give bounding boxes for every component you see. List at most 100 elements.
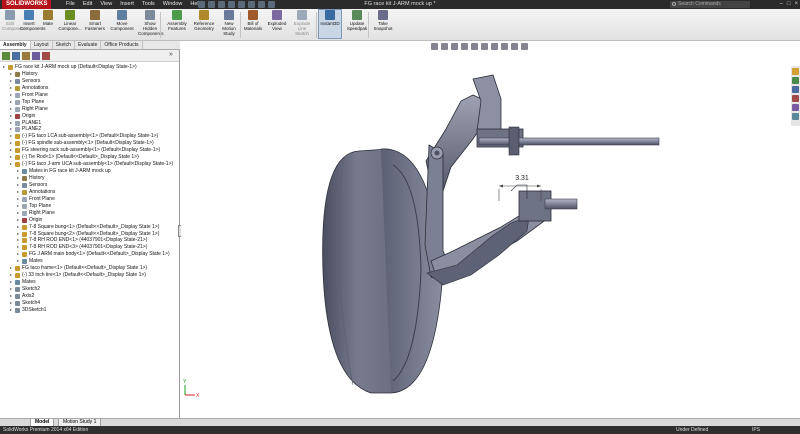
tree-expand-icon[interactable]: ▸ [17,182,19,189]
tree-node[interactable]: ▸ Right Plane [0,210,179,217]
tree-node[interactable]: ▸ History [0,175,179,182]
tree-expand-icon[interactable]: ▸ [10,300,12,307]
tree-expand-icon[interactable]: ▸ [17,258,19,265]
menu-edit[interactable]: Edit [79,0,96,9]
tree-node[interactable]: ▸ 7-8 RH ROD END<1> (44037901<Display Sta… [0,237,179,244]
tree-node[interactable]: ▸ Mates [0,279,179,286]
tree-expand-icon[interactable]: ▸ [10,113,12,120]
tree-expand-icon[interactable]: ▸ [10,126,12,133]
property-manager-icon[interactable] [12,52,20,60]
tab-office-products[interactable]: Office Products [101,41,143,49]
tree-expand-icon[interactable]: ▸ [17,189,19,196]
custom-properties-icon[interactable] [792,113,799,120]
tab-layout[interactable]: Layout [31,41,53,49]
menu-insert[interactable]: Insert [116,0,138,9]
show-hidden-components-button[interactable]: Show Hidden Components [138,10,164,36]
edit-component-button[interactable]: Edit Component [2,10,25,31]
tree-expand-icon[interactable]: ▸ [3,64,5,71]
move-component-button[interactable]: Move Component [108,10,136,31]
tree-expand-icon[interactable]: ▸ [17,251,19,258]
save-icon[interactable] [218,1,225,8]
tire-3d-model[interactable] [322,148,444,394]
close-button[interactable]: × [794,0,798,9]
tree-expand-icon[interactable]: ▸ [17,244,19,251]
smart-fasteners-button[interactable]: Smart Fasteners [84,10,106,31]
tree-node[interactable]: ▸ Right Plane [0,106,179,113]
search-commands-input[interactable]: Search Commands [670,1,750,8]
insert-components-button[interactable]: Insert Components [20,10,46,31]
tree-node[interactable]: ▸ Annotations [0,85,179,92]
tree-expand-icon[interactable]: ▸ [10,265,12,272]
unit-system[interactable]: IPS [752,426,760,434]
tree-node[interactable]: ▸ Front Plane [0,92,179,99]
tree-expand-icon[interactable]: ▸ [10,272,12,279]
appearances-icon[interactable] [792,104,799,111]
pane-expand-icon[interactable]: » [169,51,177,59]
tree-node[interactable]: ▸ (-) 33 inch tire<1> (Default<<Default>_… [0,272,179,279]
tree-expand-icon[interactable]: ▸ [17,231,19,238]
tree-expand-icon[interactable]: ▸ [10,120,12,127]
tree-expand-icon[interactable]: ▸ [10,85,12,92]
take-snapshot-button[interactable]: Take Snapshot [372,10,394,31]
tree-expand-icon[interactable]: ▸ [10,279,12,286]
exploded-view-button[interactable]: Exploded View [266,10,288,31]
feature-tree-icon[interactable] [2,52,10,60]
tree-node[interactable]: ▸ Mates [0,258,179,265]
tree-expand-icon[interactable]: ▸ [10,71,12,78]
configuration-manager-icon[interactable] [22,52,30,60]
tree-node[interactable]: ▸ 7-8 Square bung<2> (Default<<Default>_D… [0,231,179,238]
tree-expand-icon[interactable]: ▸ [10,147,12,154]
tree-node[interactable]: ▸ 3DSketch1 [0,307,179,314]
mate-button[interactable]: Mate [40,10,56,26]
tree-expand-icon[interactable]: ▸ [17,224,19,231]
tree-node[interactable]: ▸ FG steering rack sub-assembly<1> (Defau… [0,147,179,154]
tree-expand-icon[interactable]: ▸ [10,286,12,293]
tree-node[interactable]: ▸ FG J ARM main body<1> (Default<<Default… [0,251,179,258]
rebuild-icon[interactable] [258,1,265,8]
tree-node[interactable]: ▸ Front Plane [0,196,179,203]
tree-node[interactable]: ▸ Sketch2 [0,286,179,293]
explode-line-sketch-button[interactable]: Explode Line Sketch [290,10,314,36]
new-document-icon[interactable] [198,1,205,8]
instant3d-button[interactable]: Instant3D [318,9,342,39]
file-explorer-icon[interactable] [792,86,799,93]
tree-node[interactable]: ▸ 7-8 Square bung<1> (Default<<Default>_D… [0,224,179,231]
tree-node[interactable]: ▸ Axis2 [0,293,179,300]
tree-expand-icon[interactable]: ▸ [10,99,12,106]
tree-expand-icon[interactable]: ▸ [17,168,19,175]
print-icon[interactable] [228,1,235,8]
tree-expand-icon[interactable]: ▸ [10,307,12,314]
maximize-button[interactable]: □ [787,0,791,9]
tree-node[interactable]: ▸ Sketch4 [0,300,179,307]
assembly-features-button[interactable]: Assembly Features [164,10,190,31]
tree-expand-icon[interactable]: ▸ [10,161,12,168]
tree-expand-icon[interactable]: ▸ [10,293,12,300]
tree-expand-icon[interactable]: ▸ [10,106,12,113]
options-icon[interactable] [268,1,275,8]
menu-window[interactable]: Window [159,0,187,9]
graphics-area[interactable]: 3.31 Y X [181,41,800,418]
tree-expand-icon[interactable]: ▸ [17,217,19,224]
tree-expand-icon[interactable]: ▸ [17,237,19,244]
menu-tools[interactable]: Tools [138,0,159,9]
new-motion-study-button[interactable]: New Motion Study [218,10,240,36]
tree-node[interactable]: ▸ History [0,71,179,78]
tree-node[interactable]: ▸ Annotations [0,189,179,196]
tree-node[interactable]: ▸ Top Plane [0,99,179,106]
tree-node[interactable]: ▸ (-) Tie Rod<1> (Default<<Default>_Displ… [0,154,179,161]
display-manager-icon[interactable] [42,52,50,60]
menu-view[interactable]: View [96,0,116,9]
tree-expand-icon[interactable]: ▸ [17,203,19,210]
tree-expand-icon[interactable]: ▸ [17,196,19,203]
tree-node[interactable]: ▸ Origin [0,217,179,224]
upper-control-arm-model[interactable] [425,74,660,194]
open-icon[interactable] [208,1,215,8]
lower-control-arm-model[interactable] [426,184,578,286]
tab-evaluate[interactable]: Evaluate [75,41,102,49]
reference-geometry-button[interactable]: Reference Geometry [192,10,216,31]
bill-of-materials-button[interactable]: Bill of Materials [242,10,264,31]
tree-node[interactable]: ▸ (-) FG taco LCA sub-assembly<1> (Defaul… [0,133,179,140]
select-icon[interactable] [248,1,255,8]
tree-node[interactable]: ▸ Origin [0,113,179,120]
tree-node[interactable]: ▸ Sensors [0,182,179,189]
